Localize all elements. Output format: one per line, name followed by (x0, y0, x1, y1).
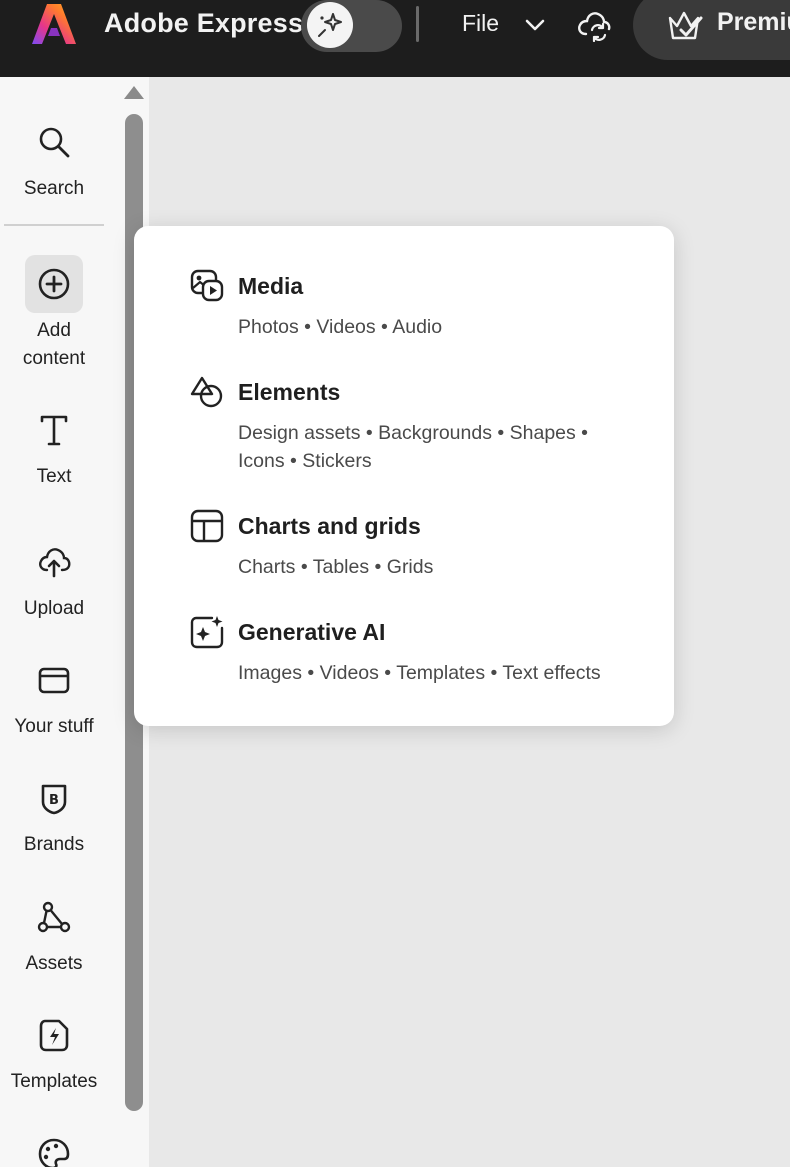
rail-label-search: Search (23, 178, 85, 199)
rail-item-assets[interactable]: Assets (0, 888, 108, 978)
top-bar: Adobe Express File Premium (0, 0, 790, 77)
templates-icon (25, 1006, 83, 1064)
cloud-sync-icon[interactable] (576, 8, 612, 42)
adobe-express-logo-icon[interactable] (31, 2, 77, 46)
rail-label-brands: Brands (23, 834, 85, 855)
cloud-upload-icon (25, 533, 83, 591)
ai-mode-toggle[interactable] (301, 0, 402, 52)
rail-divider (4, 224, 104, 226)
menu-subtitle-media: Photos • Videos • Audio (238, 316, 443, 338)
menu-subtitle-charts-and-grids: Charts • Tables • Grids (238, 556, 434, 578)
crown-check-icon (668, 11, 703, 40)
menu-item-generative-ai[interactable]: Generative AI Images • Videos • Template… (190, 615, 650, 687)
menu-title-media: Media (238, 273, 304, 299)
text-icon (25, 401, 83, 459)
rail-label-assets: Assets (25, 953, 83, 974)
chevron-down-icon[interactable] (524, 14, 546, 36)
premium-label: Premium (717, 8, 790, 36)
toolbar-divider (416, 6, 419, 42)
menu-item-elements[interactable]: Elements Design assets • Backgrounds • S… (190, 375, 650, 475)
search-icon (25, 113, 83, 171)
menu-subtitle-elements: Design assets • Backgrounds • Shapes • I… (238, 422, 589, 472)
file-menu[interactable]: File (462, 10, 499, 37)
svg-text:B: B (49, 793, 59, 808)
menu-item-media[interactable]: Media Photos • Videos • Audio (190, 269, 650, 341)
menu-subtitle-generative-ai: Images • Videos • Templates • Text effec… (238, 662, 601, 684)
rail-item-add-content[interactable]: Add content (0, 255, 108, 373)
rail-item-palette[interactable] (0, 1125, 108, 1167)
rail-item-brands[interactable]: B Brands (0, 769, 108, 859)
brand-shield-icon: B (25, 769, 83, 827)
rail-label-text: Text (36, 466, 72, 487)
rail-item-text[interactable]: Text (0, 401, 108, 491)
assets-nodes-icon (25, 888, 83, 946)
rail-label-templates: Templates (10, 1071, 98, 1092)
rail-item-search[interactable]: Search (0, 113, 108, 203)
folder-icon (25, 651, 83, 709)
rail-item-your-stuff[interactable]: Your stuff (0, 651, 108, 741)
left-rail: Search Add content Text Upload Your stuf… (0, 77, 149, 1167)
sparkle-icon (190, 616, 224, 649)
scroll-up-arrow[interactable] (124, 86, 144, 99)
premium-button[interactable]: Premium (633, 0, 790, 60)
menu-title-elements: Elements (238, 379, 341, 405)
elements-shapes-icon (190, 376, 223, 408)
add-circle-icon (25, 255, 83, 313)
palette-icon (25, 1125, 83, 1167)
rail-label-add-content: Add content (22, 320, 86, 369)
grid-layout-icon (190, 509, 224, 543)
rail-label-your-stuff: Your stuff (14, 716, 94, 737)
rail-item-templates[interactable]: Templates (0, 1006, 108, 1096)
rail-label-upload: Upload (23, 598, 85, 619)
sparkle-wand-icon (318, 13, 342, 37)
app-name: Adobe Express (104, 8, 304, 38)
media-icon (190, 269, 224, 302)
add-content-menu: Media Photos • Videos • Audio Elements D… (134, 226, 674, 726)
rail-item-upload[interactable]: Upload (0, 533, 108, 623)
menu-title-charts-and-grids: Charts and grids (238, 513, 421, 539)
menu-item-charts-and-grids[interactable]: Charts and grids Charts • Tables • Grids (190, 509, 650, 581)
toggle-knob (307, 2, 353, 48)
menu-title-generative-ai: Generative AI (238, 619, 386, 645)
